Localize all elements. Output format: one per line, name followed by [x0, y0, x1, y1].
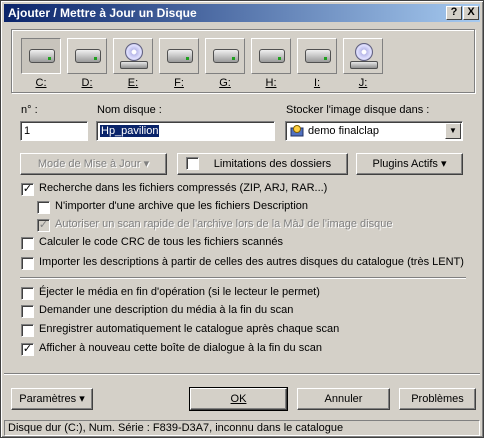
cancel-button[interactable]: Annuler [297, 388, 390, 410]
problems-button[interactable]: Problèmes [399, 388, 476, 410]
folder-limits-checkbox[interactable] [186, 157, 199, 170]
cd-drive-icon [343, 38, 383, 74]
status-bar: Disque dur (C:), Num. Série : F839-D3A7,… [4, 420, 480, 436]
hard-drive-icon [21, 38, 61, 74]
option-label: Calculer le code CRC de tous les fichier… [39, 236, 283, 248]
separator [20, 277, 466, 279]
separator [4, 373, 480, 375]
store-value: demo finalclap [308, 125, 379, 137]
drive-f[interactable]: F: [157, 38, 201, 90]
checkbox[interactable] [21, 257, 34, 270]
catalog-icon [290, 124, 304, 138]
update-mode-label: Mode de Mise à Jour [37, 158, 141, 170]
hard-drive-icon [297, 38, 337, 74]
drive-label: D: [81, 77, 93, 89]
add-update-disk-dialog: Ajouter / Mettre à Jour un Disque ? X C:… [0, 0, 484, 438]
drive-e[interactable]: E: [111, 38, 155, 90]
checkbox[interactable] [21, 305, 34, 318]
drive-label: C: [35, 77, 47, 89]
number-label: n° : [21, 104, 38, 116]
chevron-down-icon[interactable]: ▼ [445, 123, 461, 139]
drive-label: F: [174, 77, 184, 89]
option-label: Afficher à nouveau cette boîte de dialog… [39, 342, 322, 354]
hard-drive-icon [67, 38, 107, 74]
cd-drive-icon [113, 38, 153, 74]
close-button[interactable]: X [463, 6, 479, 20]
drive-label: H: [265, 77, 277, 89]
checkbox[interactable] [21, 324, 34, 337]
disk-name-value: Hp_pavilion [100, 125, 160, 137]
checkbox: ✓ [37, 219, 50, 232]
option-label: Éjecter le média en fin d'opération (si … [39, 286, 320, 298]
drive-c[interactable]: C: [19, 38, 63, 90]
drive-label: G: [219, 77, 231, 89]
drive-j[interactable]: J: [341, 38, 385, 90]
option-label: Importer les descriptions à partir de ce… [39, 256, 464, 268]
title-bar[interactable]: Ajouter / Mettre à Jour un Disque ? X [4, 4, 480, 22]
checkbox[interactable] [21, 237, 34, 250]
active-plugins-button[interactable]: Plugins Actifs ▾ [356, 153, 463, 175]
option-label: Demander une description du média à la f… [39, 304, 294, 316]
update-mode-button: Mode de Mise à Jour ▾ [20, 153, 167, 175]
drive-label: J: [358, 77, 368, 89]
disk-name-label: Nom disque : [97, 104, 162, 116]
drive-i[interactable]: I: [295, 38, 339, 90]
store-select[interactable]: demo finalclap ▼ [285, 121, 463, 141]
parameters-label: Paramètres [19, 393, 77, 405]
active-plugins-label: Plugins Actifs [372, 158, 438, 170]
drive-g[interactable]: G: [203, 38, 247, 90]
option-label: Autoriser un scan rapide de l'archive lo… [55, 218, 393, 230]
option-label: Recherche dans les fichiers compressés (… [39, 182, 328, 194]
disk-name-input[interactable]: Hp_pavilion [96, 121, 275, 141]
hard-drive-icon [205, 38, 245, 74]
folder-limits-button[interactable]: Limitations des dossiers [177, 153, 348, 175]
folder-limits-label: Limitations des dossiers [213, 158, 332, 170]
checkbox[interactable]: ✓ [21, 183, 34, 196]
checkbox[interactable]: ✓ [21, 343, 34, 356]
ok-button[interactable]: OK [189, 387, 288, 411]
problems-label: Problèmes [411, 393, 464, 405]
window-title: Ajouter / Mettre à Jour un Disque [8, 6, 197, 20]
drive-label: E: [127, 77, 139, 89]
option-label: Enregistrer automatiquement le catalogue… [39, 323, 340, 335]
hard-drive-icon [251, 38, 291, 74]
store-label: Stocker l'image disque dans : [286, 104, 430, 116]
drives-group: C: D: E: F: G: H: I: J: [11, 29, 475, 93]
parameters-button[interactable]: Paramètres ▾ [11, 388, 93, 410]
drive-d[interactable]: D: [65, 38, 109, 90]
cancel-label: Annuler [324, 393, 363, 405]
checkbox[interactable] [37, 201, 50, 214]
number-input[interactable]: 1 [20, 121, 88, 141]
option-label: N'importer d'une archive que les fichier… [55, 200, 309, 212]
drive-h[interactable]: H: [249, 38, 293, 90]
ok-label: OK [230, 393, 247, 405]
checkbox[interactable] [21, 287, 34, 300]
help-button[interactable]: ? [446, 6, 462, 20]
hard-drive-icon [159, 38, 199, 74]
drive-label: I: [313, 77, 321, 89]
